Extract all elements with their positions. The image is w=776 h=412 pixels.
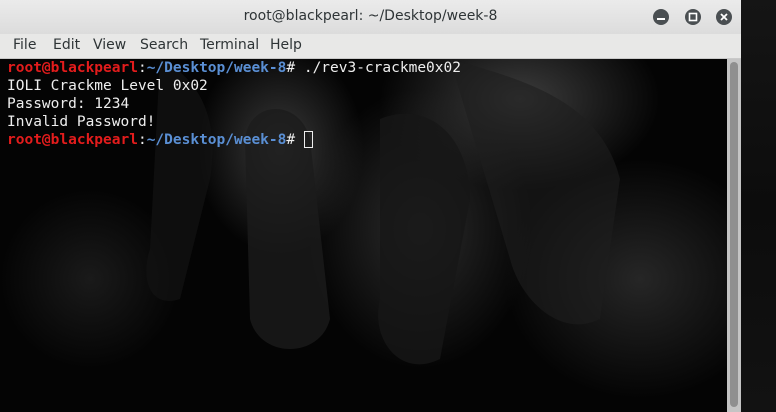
menu-view[interactable]: View [93,37,126,53]
text-cursor[interactable] [303,131,313,148]
prompt-symbol: # [286,132,304,148]
prompt-separator: : [137,60,147,76]
terminal-window: root@blackpearl: ~/Desktop/week-8 File E… [0,0,741,412]
close-icon[interactable] [716,9,732,25]
title-bar[interactable]: root@blackpearl: ~/Desktop/week-8 [0,0,741,35]
prompt-user-host: root@blackpearl [7,132,138,148]
prompt-line-2: root@blackpearl:~/Desktop/week-8# [7,131,313,149]
menu-file[interactable]: File [13,37,36,53]
vertical-scrollbar[interactable] [727,59,741,412]
output-line: IOLI Crackme Level 0x02 [7,78,208,94]
menu-terminal[interactable]: Terminal [200,37,259,53]
prompt-path: ~/Desktop/week-8 [146,132,287,148]
maximize-icon[interactable] [685,9,701,25]
menu-bar: File Edit View Search Terminal Help [0,34,741,59]
prompt-user-host: root@blackpearl [7,60,138,76]
desktop-background [741,0,776,412]
output-line: Password: 1234 [7,96,130,112]
terminal-output-area[interactable]: root@blackpearl:~/Desktop/week-8# ./rev3… [0,59,727,412]
prompt-path: ~/Desktop/week-8 [146,60,287,76]
window-title: root@blackpearl: ~/Desktop/week-8 [243,8,498,24]
scrollbar-thumb[interactable] [730,62,738,407]
menu-edit[interactable]: Edit [53,37,80,53]
prompt-line-1: root@blackpearl:~/Desktop/week-8# ./rev3… [7,59,461,77]
command-text: ./rev3-crackme0x02 [303,60,461,76]
menu-help[interactable]: Help [270,37,302,53]
prompt-symbol: # [286,60,304,76]
menu-search[interactable]: Search [140,37,188,53]
prompt-separator: : [137,132,147,148]
output-line: Invalid Password! [7,114,156,130]
minimize-icon[interactable] [653,9,669,25]
